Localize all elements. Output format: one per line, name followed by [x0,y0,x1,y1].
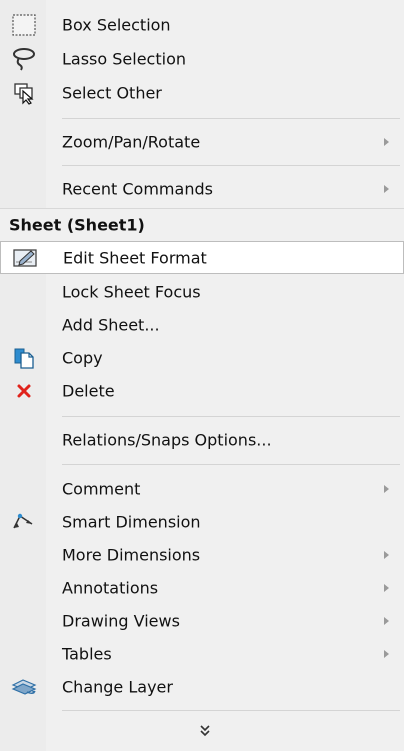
submenu-arrow-icon [384,484,389,493]
section-header-sheet: Sheet (Sheet1) [0,208,404,241]
delete-icon [11,379,37,403]
menu-item-label: Lock Sheet Focus [62,282,201,301]
menu-item-label: Change Layer [62,677,173,696]
menu-item-zoom-pan-rotate[interactable]: Zoom/Pan/Rotate [0,125,404,158]
menu-item-label: Drawing Views [62,611,180,630]
menu-item-recent-commands[interactable]: Recent Commands [0,172,404,205]
menu-item-annotations[interactable]: Annotations [0,571,404,604]
copy-icon [11,346,37,370]
menu-item-tables[interactable]: Tables [0,637,404,670]
menu-item-more-dimensions[interactable]: More Dimensions [0,538,404,571]
box-selection-icon [11,13,37,37]
menu-item-smart-dimension[interactable]: Smart Dimension [0,505,404,538]
select-other-icon [11,81,37,105]
menu-item-label: Tables [62,644,112,663]
edit-sheet-format-icon [12,246,38,270]
menu-item-label: Select Other [62,83,162,102]
submenu-arrow-icon [384,550,389,559]
menu-item-label: Box Selection [62,15,171,34]
menu-item-label: Lasso Selection [62,49,186,68]
menu-item-edit-sheet-format[interactable]: Edit Sheet Format [0,241,404,274]
section-header-label: Sheet (Sheet1) [9,215,145,235]
menu-separator [62,165,400,166]
submenu-arrow-icon [384,583,389,592]
menu-item-drawing-views[interactable]: Drawing Views [0,604,404,637]
menu-item-label: Zoom/Pan/Rotate [62,132,201,151]
menu-separator [62,710,400,711]
change-layer-icon [11,675,37,699]
menu-item-comment[interactable]: Comment [0,472,404,505]
submenu-arrow-icon [384,184,389,193]
menu-item-label: Copy [62,348,103,367]
menu-item-relations-snaps-options[interactable]: Relations/Snaps Options... [0,423,404,456]
menu-item-add-sheet[interactable]: Add Sheet... [0,308,404,341]
menu-item-label: Edit Sheet Format [63,248,207,267]
menu-item-label: Annotations [62,578,159,597]
menu-item-label: Recent Commands [62,179,213,198]
menu-item-label: Smart Dimension [62,512,201,531]
menu-item-change-layer[interactable]: Change Layer [0,670,404,703]
menu-item-label: Comment [62,479,141,498]
menu-item-label: Add Sheet... [62,315,160,334]
menu-item-box-selection[interactable]: Box Selection [0,8,404,41]
menu-item-label: More Dimensions [62,545,201,564]
submenu-arrow-icon [384,616,389,625]
menu-item-label: Relations/Snaps Options... [62,430,272,449]
menu-expand-more-button[interactable] [0,713,404,747]
menu-separator [62,118,400,119]
menu-item-label: Delete [62,381,115,400]
submenu-arrow-icon [384,649,389,658]
menu-item-lock-sheet-focus[interactable]: Lock Sheet Focus [0,275,404,308]
menu-item-select-other[interactable]: Select Other [0,76,404,109]
menu-separator [62,464,400,465]
menu-item-delete[interactable]: Delete [0,374,404,407]
menu-item-lasso-selection[interactable]: Lasso Selection [0,42,404,75]
menu-item-copy[interactable]: Copy [0,341,404,374]
lasso-icon [11,47,37,71]
double-chevron-down-icon [198,722,212,738]
submenu-arrow-icon [384,137,389,146]
context-menu: Box Selection Lasso Selection Select Oth… [0,0,404,751]
menu-separator [62,416,400,417]
smart-dimension-icon [11,510,37,534]
